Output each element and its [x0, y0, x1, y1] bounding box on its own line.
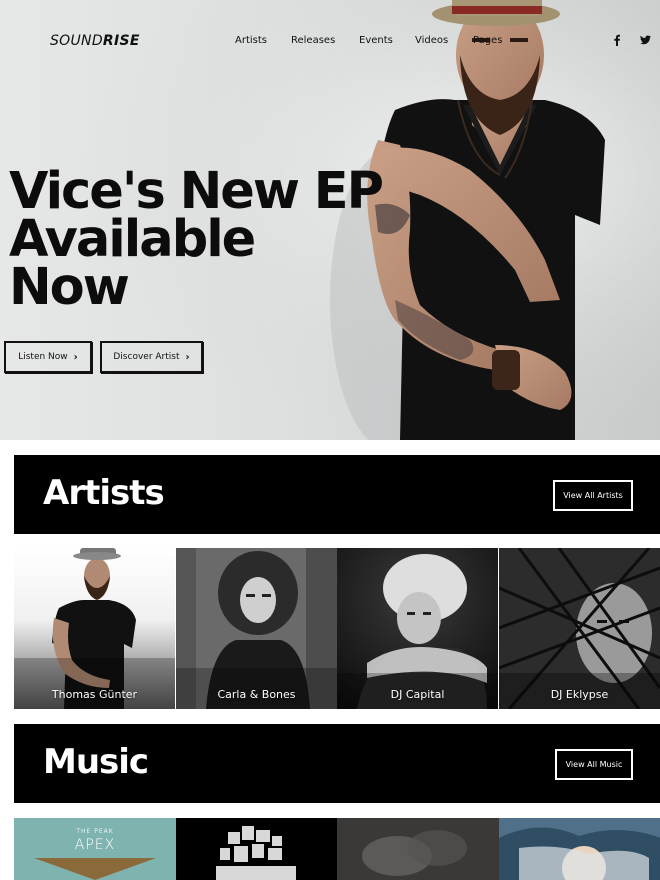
- release-tile[interactable]: THE PEAK APEX: [14, 818, 176, 880]
- listen-now-label: Listen Now: [18, 352, 68, 362]
- release-cover: [176, 818, 338, 880]
- discover-artist-label: Discover Artist: [113, 352, 180, 362]
- artist-cards: Thomas Günter Carla & Bones DJ Capital D…: [14, 548, 660, 709]
- release-tile[interactable]: [499, 818, 660, 880]
- artist-card[interactable]: Carla & Bones: [176, 548, 337, 709]
- release-cover: [337, 818, 499, 880]
- release-cover: [499, 818, 660, 880]
- release-tile[interactable]: [337, 818, 499, 880]
- chevron-right-icon: ›: [73, 351, 78, 363]
- hero-headline: Vice's New EP Available Now: [9, 162, 429, 317]
- view-all-artists-button[interactable]: View All Artists: [553, 480, 633, 511]
- headline-line-1: Vice's New EP: [9, 162, 384, 221]
- artist-photo: [499, 548, 660, 709]
- facebook-icon[interactable]: [613, 34, 621, 46]
- nav-item-artists[interactable]: Artists: [235, 35, 267, 46]
- twitter-icon[interactable]: [640, 34, 651, 46]
- chevron-right-icon: ›: [185, 351, 190, 363]
- release-kicker: THE PEAK: [76, 828, 114, 835]
- artist-photo: [176, 548, 337, 709]
- artists-section-header: Artists View All Artists: [14, 455, 660, 534]
- artist-photo: [14, 548, 175, 709]
- release-tile[interactable]: [176, 818, 338, 880]
- discover-artist-button[interactable]: Discover Artist ›: [100, 341, 203, 373]
- artist-name: Carla & Bones: [217, 688, 296, 701]
- artist-card[interactable]: DJ Eklypse: [499, 548, 660, 709]
- artist-card[interactable]: DJ Capital: [337, 548, 498, 709]
- artists-section-title: Artists: [43, 473, 165, 513]
- music-section-title: Music: [43, 742, 149, 782]
- music-section-header: Music View All Music: [14, 724, 660, 803]
- headline-line-2: Available: [9, 210, 256, 269]
- nav-item-pages[interactable]: Pages: [473, 35, 502, 46]
- view-all-music-button[interactable]: View All Music: [555, 749, 633, 780]
- release-title: APEX: [74, 837, 116, 853]
- listen-now-button[interactable]: Listen Now ›: [4, 341, 92, 373]
- artist-name: DJ Capital: [390, 688, 445, 701]
- nav-item-releases[interactable]: Releases: [291, 35, 335, 46]
- nav-item-events[interactable]: Events: [359, 35, 393, 46]
- brand-logo[interactable]: SOUNDRISE: [50, 33, 140, 49]
- headline-line-3: Now: [9, 258, 130, 317]
- logo-light-text: SOUND: [50, 33, 103, 49]
- nav-item-videos[interactable]: Videos: [415, 35, 448, 46]
- artist-name: Thomas Günter: [51, 688, 138, 701]
- artist-name: DJ Eklypse: [550, 688, 609, 701]
- artist-card[interactable]: Thomas Günter: [14, 548, 175, 709]
- logo-bold-text: RISE: [102, 33, 140, 49]
- artist-photo: [337, 548, 498, 709]
- music-tiles: THE PEAK APEX: [14, 818, 660, 880]
- hero-section: SOUNDRISE Artists Releases Events Videos…: [0, 0, 660, 440]
